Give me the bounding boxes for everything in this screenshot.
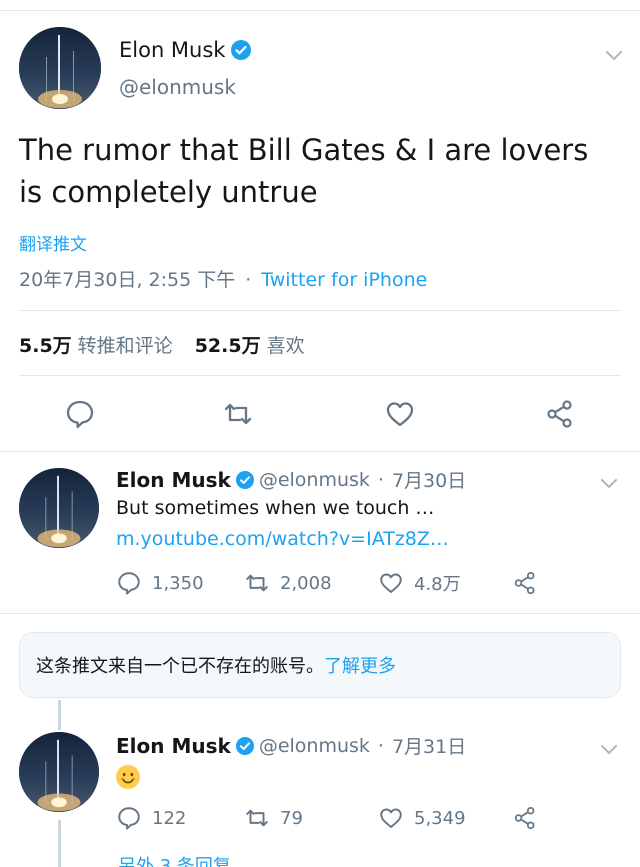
retweets-label: 转推和评论	[77, 335, 173, 357]
heart-icon	[380, 573, 402, 593]
reply-icon	[118, 807, 140, 830]
tweet-stats: 5.5万 转推和评论 52.5万 喜欢	[19, 331, 305, 358]
divider	[19, 375, 621, 376]
retweet-button[interactable]	[222, 398, 254, 430]
header-separator: ·	[377, 734, 384, 757]
reply-button[interactable]: 122	[116, 805, 244, 831]
author-row: Elon Musk	[119, 38, 252, 62]
translate-tweet-link[interactable]: 翻译推文	[19, 230, 87, 255]
likes-count: 52.5万	[194, 335, 261, 357]
tweet-timestamp[interactable]: 20年7月30日, 2:55 下午	[19, 269, 235, 291]
reply-icon	[66, 400, 94, 429]
author-handle[interactable]: @elonmusk	[259, 735, 370, 757]
share-button[interactable]	[512, 805, 548, 831]
retweet-count: 2,008	[280, 572, 332, 594]
tweet-source-link[interactable]: Twitter for iPhone	[261, 269, 427, 291]
reply-header: Elon Musk @elonmusk · 7月31日	[116, 732, 466, 759]
retweet-icon	[224, 403, 252, 425]
retweet-button[interactable]: 79	[244, 805, 378, 831]
verified-badge-icon	[235, 736, 254, 755]
retweet-icon	[246, 574, 268, 592]
like-count: 5,349	[414, 807, 466, 829]
smiling-face-emoji-icon	[116, 765, 140, 789]
heart-icon	[380, 808, 402, 828]
reply-button[interactable]: 1,350	[116, 570, 244, 596]
like-count: 4.8万	[414, 574, 461, 595]
reply-count: 1,350	[152, 572, 204, 594]
like-button[interactable]	[384, 398, 416, 430]
reply-icon	[118, 572, 140, 595]
share-icon	[514, 806, 535, 830]
share-icon	[547, 400, 572, 428]
likes-stat[interactable]: 52.5万 喜欢	[195, 335, 305, 357]
author-handle[interactable]: @elonmusk	[119, 75, 236, 99]
tweet-actions: 1,350 2,008 4.8万	[116, 570, 548, 596]
notice-text: 这条推文来自一个已不存在的账号。	[36, 656, 324, 677]
chevron-down-icon[interactable]	[601, 474, 617, 489]
thread-line	[58, 820, 61, 867]
avatar[interactable]	[19, 27, 101, 109]
main-tweet: Elon Musk @elonmusk The rumor that Bill …	[0, 11, 640, 452]
more-replies-link[interactable]: 另外 3 条回复	[118, 852, 231, 867]
author-name[interactable]: Elon Musk	[119, 38, 225, 62]
tweet-meta: 20年7月30日, 2:55 下午 · Twitter for iPhone	[19, 265, 427, 292]
unavailable-tweet-notice: 这条推文来自一个已不存在的账号。 了解更多	[19, 632, 621, 698]
tweet-date[interactable]: 7月31日	[392, 732, 466, 759]
tweet-text: But sometimes when we touch …	[116, 497, 435, 519]
meta-separator: ·	[245, 269, 252, 291]
reply-header: Elon Musk @elonmusk · 7月30日	[116, 466, 466, 493]
reply-button[interactable]	[64, 398, 96, 430]
like-button[interactable]: 5,349	[378, 805, 512, 831]
reply-tweet[interactable]: Elon Musk @elonmusk · 7月31日 122 79 5,349	[0, 718, 640, 867]
tweet-actions: 122 79 5,349	[116, 805, 548, 831]
divider	[0, 613, 640, 614]
retweets-stat[interactable]: 5.5万 转推和评论	[19, 335, 173, 357]
heart-icon	[386, 402, 414, 427]
share-icon	[514, 571, 535, 595]
tweet-text: The rumor that Bill Gates & I are lovers…	[19, 133, 589, 209]
reply-count: 122	[152, 807, 187, 829]
retweet-icon	[246, 809, 268, 827]
verified-badge-icon	[235, 470, 254, 489]
like-button[interactable]: 4.8万	[378, 570, 512, 596]
avatar[interactable]	[19, 732, 99, 812]
retweet-button[interactable]: 2,008	[244, 570, 378, 596]
retweet-count: 79	[280, 807, 303, 829]
verified-badge-icon	[231, 40, 252, 60]
youtube-link[interactable]: m.youtube.com/watch?v=IATz8Z…	[116, 528, 449, 550]
avatar[interactable]	[19, 468, 99, 548]
header-separator: ·	[377, 468, 384, 491]
reply-tweet[interactable]: Elon Musk @elonmusk · 7月30日 But sometime…	[0, 452, 640, 614]
chevron-down-icon[interactable]	[606, 46, 622, 61]
retweets-count: 5.5万	[19, 335, 72, 357]
author-name[interactable]: Elon Musk	[116, 734, 231, 758]
divider	[19, 310, 621, 311]
author-name[interactable]: Elon Musk	[116, 468, 231, 492]
likes-label: 喜欢	[266, 335, 305, 357]
learn-more-link[interactable]: 了解更多	[324, 652, 396, 678]
tweet-date[interactable]: 7月30日	[392, 466, 466, 493]
share-button[interactable]	[544, 398, 576, 430]
author-handle[interactable]: @elonmusk	[259, 469, 370, 491]
chevron-down-icon[interactable]	[601, 740, 617, 755]
share-button[interactable]	[512, 570, 548, 596]
